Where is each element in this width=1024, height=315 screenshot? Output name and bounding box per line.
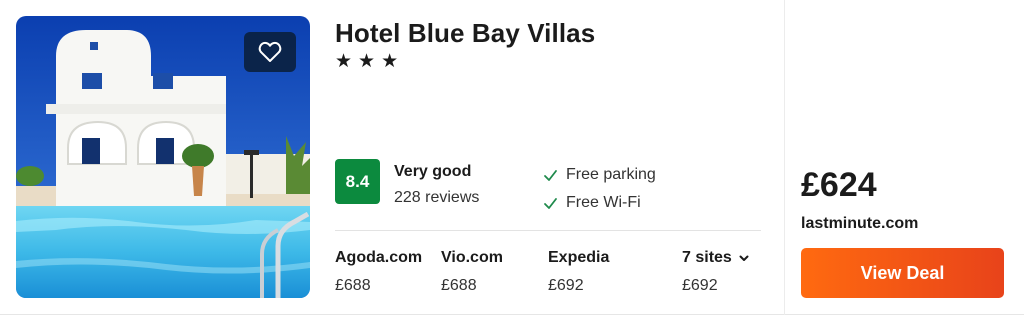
star-icon: ★ [358,51,376,72]
provider-name: Expedia [548,249,610,266]
provider-price: £692 [682,277,718,294]
provider-name: Vio.com [441,249,503,266]
best-price-site: lastminute.com [801,215,919,232]
provider-price: £692 [548,277,584,294]
favorite-button[interactable] [244,32,296,72]
more-sites-label: 7 sites [682,249,732,266]
hotel-result-card: Hotel Blue Bay Villas ★ ★ ★ 8.4 Very goo… [0,0,1024,315]
amenity-free-wifi: Free Wi-Fi [543,194,641,212]
heart-outline-icon [258,41,282,62]
review-count[interactable]: 228 reviews [394,189,479,207]
review-score-badge: 8.4 [335,159,380,204]
star-rating: ★ ★ ★ [335,52,398,71]
view-deal-button[interactable]: View Deal [801,248,1004,298]
divider [335,230,761,231]
amenity-label: Free parking [566,166,656,183]
column-divider [784,0,785,315]
star-icon: ★ [335,51,353,72]
provider-agoda[interactable]: Agoda.com £688 [335,249,422,295]
provider-vio[interactable]: Vio.com £688 [441,249,503,295]
provider-price: £688 [335,277,371,294]
more-sites-toggle[interactable]: 7 sites [682,249,750,267]
more-sites-dropdown[interactable]: 7 sites £692 [682,249,750,295]
provider-expedia[interactable]: Expedia £692 [548,249,609,295]
provider-name: Agoda.com [335,249,423,266]
star-icon: ★ [381,51,399,72]
amenity-label: Free Wi-Fi [566,194,641,211]
hotel-name[interactable]: Hotel Blue Bay Villas [335,18,595,49]
check-icon [544,169,557,181]
rating-label: Very good [394,163,472,180]
chevron-down-icon [739,255,749,261]
check-icon [544,197,557,209]
best-price: £624 [801,166,877,204]
amenity-free-parking: Free parking [543,166,656,184]
provider-price: £688 [441,277,477,294]
